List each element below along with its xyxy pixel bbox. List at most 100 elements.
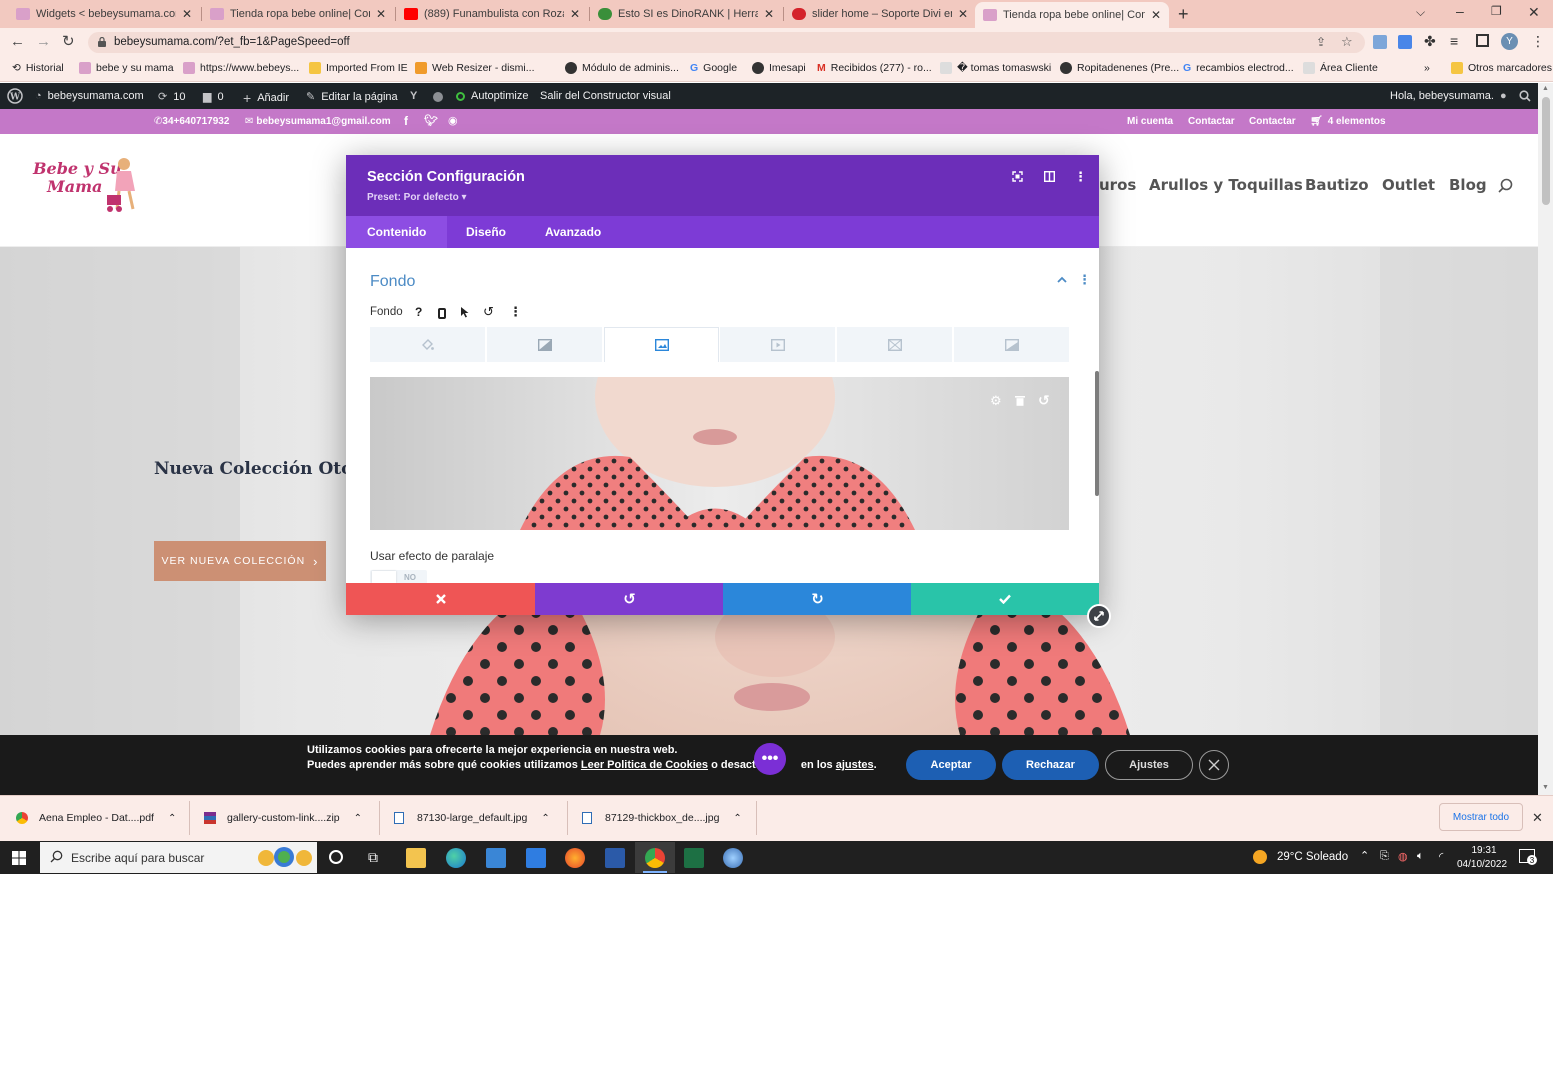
field-options-icon[interactable]: ⋮ [509,304,522,320]
cortana-icon[interactable] [329,850,343,864]
bookmark-item[interactable]: Grecambios electrod... [1183,62,1294,74]
restore-window-icon[interactable]: ❐ [1491,4,1502,18]
undo-button[interactable]: ↺ [535,583,724,615]
chevron-up-icon[interactable]: ⌃ [733,813,741,824]
reject-cookies-button[interactable]: Rechazar [1002,750,1099,780]
close-tab-icon[interactable]: ✕ [570,7,580,21]
bookmark-item[interactable]: Área Cliente [1303,62,1378,74]
modal-more-options-icon[interactable]: ⋮ [1074,169,1087,185]
bg-type-pattern[interactable] [837,327,952,362]
twitter-icon[interactable]: 🐦︎ [424,114,438,127]
forward-arrow-icon[interactable]: → [36,33,51,51]
site-phone[interactable]: ✆34+640717932 [154,116,229,127]
browser-tab[interactable]: slider home – Soporte Divi en esp ✕ [784,2,976,26]
download-item[interactable]: 87130-large_default.jpg ⌃ [394,812,550,824]
background-group-title[interactable]: Fondo [370,273,415,291]
browser-tab[interactable]: Tienda ropa bebe online| Compr ✕ [202,2,394,26]
show-all-downloads-button[interactable]: Mostrar todo [1439,803,1523,831]
tray-chevron-up-icon[interactable]: ⌃ [1360,849,1369,862]
site-search-icon[interactable] [1498,178,1513,193]
browser-menu-icon[interactable]: ⋮ [1531,33,1545,50]
wp-exit-visual-builder[interactable]: Salir del Constructor visual [540,90,671,102]
reading-list-icon[interactable]: ≡ [1450,33,1458,49]
image-settings-gear-icon[interactable]: ⚙ [990,393,1002,409]
menu-item-blog[interactable]: Blog [1449,176,1487,194]
chevron-up-icon[interactable]: ⌃ [168,813,176,824]
image-reset-icon[interactable]: ↺ [1038,392,1050,409]
yoast-icon[interactable]: Y [410,90,417,102]
browser-tab[interactable]: Esto SI es DinoRANK | Herramien ✕ [590,2,782,26]
split-view-icon[interactable] [1044,171,1055,182]
hover-cursor-icon[interactable] [460,306,469,318]
bookmark-folder[interactable]: Imported From IE [309,62,408,74]
bookmark-item[interactable]: Web Resizer - dismi... [415,62,535,74]
divi-page-settings-dots-button[interactable]: ••• [754,743,786,775]
taskbar-search-box[interactable]: Escribe aquí para buscar [40,842,317,873]
view-collection-button[interactable]: VER NUEVA COLECCIÓN › [154,541,326,581]
facebook-icon[interactable]: f [404,114,408,128]
group-options-icon[interactable]: ⋮ [1078,272,1091,288]
close-tab-icon[interactable]: ✕ [182,7,192,21]
help-icon[interactable]: ? [415,305,422,319]
bg-type-color[interactable] [370,327,485,362]
tray-onedrive-icon[interactable]: ⎘ [1380,850,1389,863]
bg-type-image[interactable] [604,327,719,362]
browser-tab-active[interactable]: Tienda ropa bebe online| Compr ✕ [975,2,1169,28]
parallax-toggle[interactable]: NO [370,570,427,584]
notifications-icon[interactable]: 3 [1519,849,1537,865]
weather-text[interactable]: 29°C Soleado [1277,851,1348,863]
excel-icon[interactable] [684,848,704,868]
tab-contenido[interactable]: Contenido [346,216,448,248]
app-icon[interactable] [723,848,743,868]
volume-icon[interactable]: 🔈︎ [1417,850,1424,863]
bookmark-item[interactable]: � tomas tomaswski [940,62,1051,74]
wifi-icon[interactable]: ◜ [1439,850,1443,863]
menu-item[interactable]: uros [1099,176,1136,194]
bookmark-item[interactable]: ⟲ Historial [12,62,64,74]
other-bookmarks-folder[interactable]: Otros marcadores [1451,62,1552,74]
wp-updates[interactable]: ⟳ 10 [158,90,185,104]
back-arrow-icon[interactable]: ← [10,33,25,51]
clock-date[interactable]: 04/10/2022 [1457,859,1507,870]
redo-button[interactable]: ↻ [723,583,912,615]
menu-item-outlet[interactable]: Outlet [1382,176,1435,194]
wp-add-new[interactable]: + Añadir [243,90,289,106]
close-window-icon[interactable]: ✕ [1528,4,1540,21]
windows-start-icon[interactable] [12,851,26,865]
background-image-preview[interactable]: ⚙ ↺ [370,377,1069,530]
reset-icon[interactable]: ↺ [483,304,494,320]
browser-tab[interactable]: (889) Funambulista con Rozalén ✕ [396,2,588,26]
bg-type-gradient[interactable] [487,327,602,362]
resize-modal-handle[interactable] [1087,604,1111,628]
word-icon[interactable] [605,848,625,868]
responsive-phone-icon[interactable] [438,308,446,319]
contact-link[interactable]: Contactar [1188,116,1235,127]
microsoft-store-icon[interactable] [486,848,506,868]
bg-type-mask[interactable] [954,327,1069,362]
scroll-down-arrow-icon[interactable]: ▼ [1542,784,1549,791]
share-icon[interactable]: ⇪ [1316,35,1326,49]
minimize-window-icon[interactable]: – [1456,3,1464,19]
close-tab-icon[interactable]: ✕ [958,7,968,21]
new-tab-button[interactable]: + [1178,4,1189,25]
bookmark-item[interactable]: M Recibidos (277) - ro... [817,62,932,74]
modal-scrollbar-thumb[interactable] [1095,371,1099,496]
side-panel-icon[interactable] [1476,34,1489,47]
tab-avanzado[interactable]: Avanzado [524,216,622,248]
scroll-up-arrow-icon[interactable]: ▲ [1542,85,1549,92]
tab-search-chevron-icon[interactable]: ⌵ [1416,5,1425,20]
preset-selector[interactable]: Preset: Por defecto ▾ [367,192,467,203]
download-item[interactable]: 87129-thickbox_de....jpg ⌃ [582,812,742,824]
download-item[interactable]: Aena Empleo - Dat....pdf ⌃ [16,812,176,824]
cookie-settings-link[interactable]: ajustes [836,759,874,771]
reload-icon[interactable]: ↻ [62,33,75,51]
rss-icon[interactable]: ◉ [448,114,458,127]
my-account-link[interactable]: Mi cuenta [1127,116,1173,127]
collapse-chevron-up-icon[interactable] [1057,276,1067,283]
task-view-icon[interactable]: ⧉ [368,849,378,866]
wp-edit-page[interactable]: ✎ Editar la página [306,90,398,104]
bookmark-star-icon[interactable]: ☆ [1341,34,1353,50]
fullscreen-icon[interactable] [1012,171,1023,182]
bg-type-video[interactable] [720,327,835,362]
wp-site-link[interactable]: ◔ bebeysumama.com [35,90,144,102]
